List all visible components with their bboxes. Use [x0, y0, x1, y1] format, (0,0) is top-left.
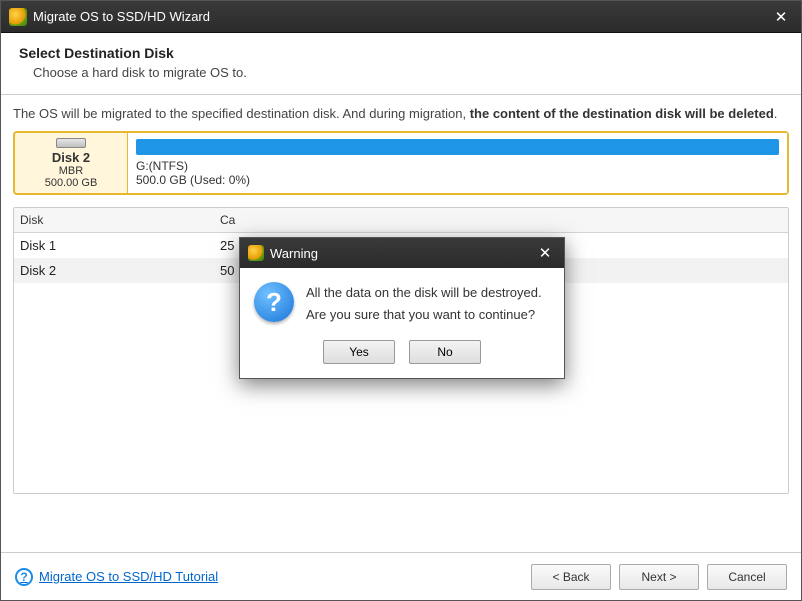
selected-disk-name: Disk 2: [52, 150, 90, 165]
cell-disk: Disk 1: [14, 233, 214, 258]
cancel-button[interactable]: Cancel: [707, 564, 787, 590]
intro-text: The OS will be migrated to the specified…: [13, 105, 789, 123]
page-title: Select Destination Disk: [19, 45, 783, 61]
wizard-footer: ? Migrate OS to SSD/HD Tutorial < Back N…: [1, 552, 801, 600]
intro-bold: the content of the destination disk will…: [470, 106, 774, 121]
next-button[interactable]: Next >: [619, 564, 699, 590]
warning-dialog: Warning ✕ ? All the data on the disk wil…: [239, 237, 565, 379]
window-title: Migrate OS to SSD/HD Wizard: [33, 9, 769, 24]
title-bar: Migrate OS to SSD/HD Wizard ✕: [1, 1, 801, 33]
dialog-line2: Are you sure that you want to continue?: [306, 304, 542, 326]
close-icon[interactable]: ✕: [769, 5, 793, 29]
selected-disk-summary: Disk 2 MBR 500.00 GB: [15, 133, 127, 193]
selected-disk-card[interactable]: Disk 2 MBR 500.00 GB G:(NTFS) 500.0 GB (…: [13, 131, 789, 195]
intro-post: .: [774, 106, 778, 121]
app-icon: [9, 8, 27, 26]
col-capacity[interactable]: Ca: [214, 208, 434, 232]
selected-disk-type: MBR: [59, 165, 83, 177]
selected-disk-size: 500.00 GB: [45, 177, 98, 189]
dialog-body: ? All the data on the disk will be destr…: [240, 268, 564, 334]
app-icon: [248, 245, 264, 261]
help-link[interactable]: ? Migrate OS to SSD/HD Tutorial: [15, 568, 218, 586]
yes-button[interactable]: Yes: [323, 340, 395, 364]
dialog-message: All the data on the disk will be destroy…: [306, 282, 542, 326]
col-disk[interactable]: Disk: [14, 208, 214, 232]
table-header: Disk Ca: [14, 208, 788, 233]
dialog-titlebar: Warning ✕: [240, 238, 564, 268]
disk-icon: [56, 138, 86, 148]
partition-size: 500.0 GB (Used: 0%): [136, 173, 779, 187]
question-icon: ?: [254, 282, 294, 322]
partition-label: G:(NTFS): [136, 159, 779, 173]
col-model[interactable]: [434, 208, 788, 232]
partition-bar: [136, 139, 779, 155]
cell-disk: Disk 2: [14, 258, 214, 283]
help-icon: ?: [15, 568, 33, 586]
help-label: Migrate OS to SSD/HD Tutorial: [39, 569, 218, 584]
intro-pre: The OS will be migrated to the specified…: [13, 106, 470, 121]
page-subtitle: Choose a hard disk to migrate OS to.: [33, 65, 783, 80]
dialog-buttons: Yes No: [240, 334, 564, 378]
back-button[interactable]: < Back: [531, 564, 611, 590]
no-button[interactable]: No: [409, 340, 481, 364]
wizard-header: Select Destination Disk Choose a hard di…: [1, 33, 801, 95]
dialog-title: Warning: [270, 246, 534, 261]
selected-disk-partition: G:(NTFS) 500.0 GB (Used: 0%): [127, 133, 787, 193]
close-icon[interactable]: ✕: [534, 244, 556, 262]
dialog-line1: All the data on the disk will be destroy…: [306, 282, 542, 304]
